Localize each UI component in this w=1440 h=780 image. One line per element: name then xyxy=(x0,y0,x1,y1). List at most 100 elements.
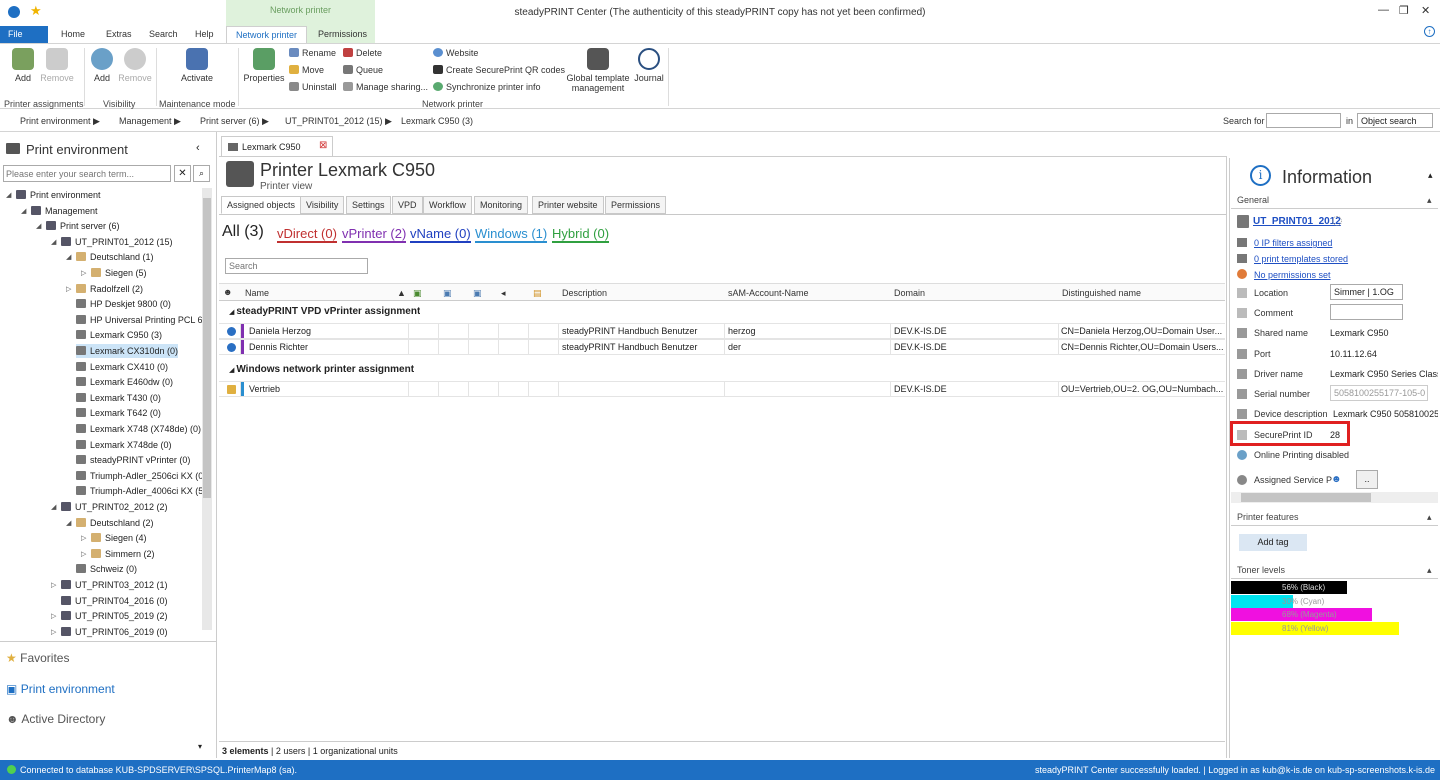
tree-node[interactable]: Lexmark X748de (0) xyxy=(76,438,172,452)
group-header[interactable]: ◢ steadyPRINT VPD vPrinter assignment xyxy=(229,306,420,317)
grid-search-input[interactable] xyxy=(225,258,368,274)
tree-node[interactable]: Lexmark C950 (3) xyxy=(76,328,162,342)
filter-windows[interactable]: Windows (1) xyxy=(475,226,548,243)
group-header[interactable]: ◢ Windows network printer assignment xyxy=(229,364,414,375)
tree-node[interactable]: Triumph-Adler_2506ci KX (0 xyxy=(76,469,203,483)
global-template-button[interactable]: Global template management xyxy=(564,48,632,93)
clear-search-icon[interactable]: ✕ xyxy=(174,165,191,182)
move-button[interactable]: Move xyxy=(289,65,324,75)
tree-expander-icon[interactable]: ◢ xyxy=(6,191,11,199)
tree-node[interactable]: UT_PRINT06_2019 (0) xyxy=(61,625,168,639)
tree-expander-icon[interactable]: ▷ xyxy=(51,581,56,589)
tree-node[interactable]: HP Universal Printing PCL 6 xyxy=(76,313,203,327)
location-field[interactable]: Simmer | 1.OG xyxy=(1330,284,1403,300)
tree-node[interactable]: HP Deskjet 9800 (0) xyxy=(76,297,171,311)
tree-node[interactable]: Lexmark T642 (0) xyxy=(76,406,161,420)
section-printer-features[interactable]: Printer features ▴ xyxy=(1231,512,1438,526)
minimize-button[interactable]: — xyxy=(1378,4,1389,16)
collapse-panel-icon[interactable]: ‹ xyxy=(196,142,200,154)
tree-node[interactable]: UT_PRINT04_2016 (0) xyxy=(61,594,168,608)
nav-print-environment[interactable]: ▣ Print environment xyxy=(6,682,115,696)
tree-node[interactable]: UT_PRINT03_2012 (1) xyxy=(61,578,168,592)
breadcrumb-item[interactable]: Print environment ▶ xyxy=(20,116,100,127)
column-description[interactable]: Description xyxy=(562,288,607,305)
tree-node[interactable]: UT_PRINT01_2012 (15) xyxy=(61,235,173,249)
tab-workflow[interactable]: Workflow xyxy=(423,196,472,214)
uninstall-button[interactable]: Uninstall xyxy=(289,82,337,92)
tree-expander-icon[interactable]: ▷ xyxy=(51,628,56,636)
tree-node[interactable]: UT_PRINT05_2019 (2) xyxy=(61,609,168,623)
tree-search-input[interactable] xyxy=(3,165,171,182)
search-icon[interactable]: ⌕ xyxy=(193,165,210,182)
section-general[interactable]: General ▴ xyxy=(1231,195,1438,209)
tree-node[interactable]: Schweiz (0) xyxy=(76,562,137,576)
tab-network-printer[interactable]: Network printer xyxy=(226,26,307,43)
rename-button[interactable]: Rename xyxy=(289,48,336,58)
tab-search[interactable]: Search xyxy=(149,29,178,39)
tree-node[interactable]: Lexmark CX410 (0) xyxy=(76,360,168,374)
column-sam[interactable]: sAM-Account-Name xyxy=(728,288,809,305)
tree-node[interactable]: UT_PRINT02_2012 (2) xyxy=(61,500,168,514)
tree-expander-icon[interactable]: ◢ xyxy=(66,519,71,527)
tree-expander-icon[interactable]: ◢ xyxy=(66,253,71,261)
breadcrumb-item[interactable]: UT_PRINT01_2012 (15) ▶ xyxy=(285,116,392,127)
tab-monitoring[interactable]: Monitoring xyxy=(474,196,529,214)
nav-active-directory[interactable]: ☻ Active Directory xyxy=(6,712,105,726)
tree-node[interactable]: Deutschland (1) xyxy=(76,250,154,264)
maximize-button[interactable]: ❐ xyxy=(1399,4,1409,17)
tree-expander-icon[interactable]: ▷ xyxy=(81,550,86,558)
permissions-link[interactable]: No permissions set xyxy=(1254,270,1331,280)
tree-node[interactable]: Triumph-Adler_4006ci KX (5 xyxy=(76,484,203,498)
tree-node[interactable]: steadyPRINT vPrinter (0) xyxy=(76,453,190,467)
visibility-add-button[interactable]: Add xyxy=(90,48,114,83)
section-toner-levels[interactable]: Toner levels ▴ xyxy=(1231,565,1438,579)
breadcrumb-item[interactable]: Print server (6) ▶ xyxy=(200,116,269,127)
filter-hybrid[interactable]: Hybrid (0) xyxy=(552,226,610,243)
info-collapse-icon[interactable]: ▴ xyxy=(1428,170,1433,181)
tree-node[interactable]: Siegen (5) xyxy=(91,266,147,280)
column-dn[interactable]: Distinguished name xyxy=(1062,288,1141,305)
nav-more-icon[interactable]: ▾ xyxy=(198,742,202,751)
doc-tab[interactable]: Lexmark C950 ⊠ xyxy=(221,136,333,157)
add-assignment-button[interactable]: Add xyxy=(10,48,36,83)
tree-node[interactable]: Print server (6) xyxy=(46,219,120,233)
tree-node[interactable]: Deutschland (2) xyxy=(76,516,154,530)
tree-node[interactable]: Lexmark X748 (X748de) (0) xyxy=(76,422,201,436)
activate-button[interactable]: Activate xyxy=(178,48,216,83)
sync-button[interactable]: Synchronize printer info xyxy=(433,82,541,92)
tree-node[interactable]: Lexmark CX310dn (0) xyxy=(76,344,179,358)
tree-expander-icon[interactable]: ▷ xyxy=(51,612,56,620)
tree-scrollbar[interactable] xyxy=(202,188,212,630)
column-domain[interactable]: Domain xyxy=(894,288,925,305)
object-search-input[interactable] xyxy=(1266,113,1341,128)
tab-settings[interactable]: Settings xyxy=(346,196,391,214)
queue-button[interactable]: Queue xyxy=(343,65,383,75)
tree-node[interactable]: Management xyxy=(31,204,98,218)
tree-node[interactable]: Simmern (2) xyxy=(91,547,155,561)
tab-extras[interactable]: Extras xyxy=(106,29,132,39)
nav-favorites[interactable]: ★ Favorites xyxy=(6,651,69,665)
close-tab-icon[interactable]: ⊠ xyxy=(319,140,327,151)
tree-scrollbar-thumb[interactable] xyxy=(203,198,211,498)
remove-assignment-button[interactable]: Remove xyxy=(40,48,74,83)
filter-vdirect[interactable]: vDirect (0) xyxy=(277,226,337,243)
tree-node[interactable]: Siegen (4) xyxy=(91,531,147,545)
close-button[interactable]: ✕ xyxy=(1421,4,1430,17)
tab-help[interactable]: Help xyxy=(195,29,214,39)
tab-permissions[interactable]: Permissions xyxy=(318,29,367,39)
visibility-remove-button[interactable]: Remove xyxy=(118,48,152,83)
file-tab[interactable]: File xyxy=(0,26,48,43)
templates-link[interactable]: 0 print templates stored xyxy=(1254,254,1348,264)
delete-button[interactable]: Delete xyxy=(343,48,382,58)
help-icon[interactable]: ↑ xyxy=(1424,26,1435,37)
filter-all[interactable]: All (3) xyxy=(222,223,264,241)
server-link[interactable]: UT_PRINT01_2012 xyxy=(1253,216,1341,227)
info-hscrollbar-thumb[interactable] xyxy=(1241,493,1371,502)
tab-printer-website[interactable]: Printer website xyxy=(532,196,604,214)
tab-permissions-sub[interactable]: Permissions xyxy=(605,196,667,214)
tab-assigned-objects[interactable]: Assigned objects xyxy=(221,196,302,214)
add-tag-button[interactable]: Add tag xyxy=(1239,534,1307,551)
tree-node[interactable]: Lexmark E460dw (0) xyxy=(76,375,173,389)
tree-expander-icon[interactable]: ◢ xyxy=(51,238,56,246)
tab-vpd[interactable]: VPD xyxy=(392,196,423,214)
